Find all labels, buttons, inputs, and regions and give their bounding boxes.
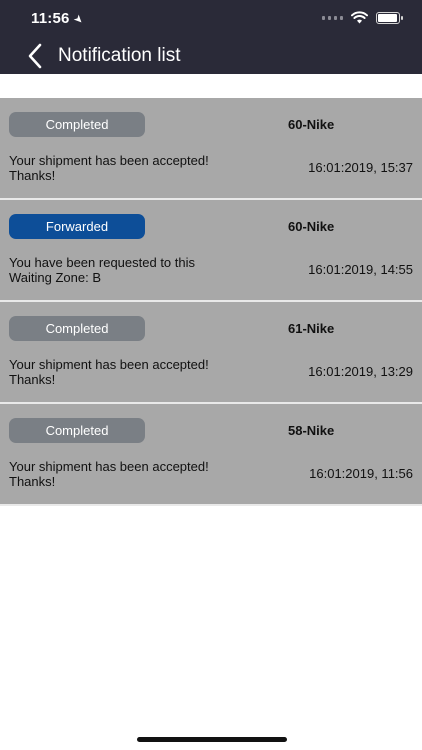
notification-message: Your shipment has been accepted! Thanks! bbox=[9, 153, 209, 183]
notification-item[interactable]: Completed 60-Nike Your shipment has been… bbox=[0, 98, 422, 200]
navigation-bar: Notification list bbox=[0, 36, 422, 74]
notification-item[interactable]: Completed 58-Nike Your shipment has been… bbox=[0, 404, 422, 506]
status-badge: Completed bbox=[9, 316, 145, 341]
home-indicator[interactable] bbox=[137, 737, 287, 742]
notification-message: Your shipment has been accepted! Thanks! bbox=[9, 459, 209, 489]
chevron-left-icon bbox=[28, 43, 42, 69]
notification-list: Completed 60-Nike Your shipment has been… bbox=[0, 98, 422, 506]
back-button[interactable] bbox=[22, 40, 50, 72]
notification-item[interactable]: Forwarded 60-Nike You have been requeste… bbox=[0, 200, 422, 302]
notification-datetime: 16:01:2019, 13:29 bbox=[308, 364, 413, 379]
shipment-reference: 58-Nike bbox=[288, 423, 335, 438]
shipment-reference: 60-Nike bbox=[288, 117, 335, 132]
notification-message: Your shipment has been accepted! Thanks! bbox=[9, 357, 209, 387]
page-title: Notification list bbox=[58, 45, 181, 66]
shipment-reference: 61-Nike bbox=[288, 321, 335, 336]
status-badge: Forwarded bbox=[9, 214, 145, 239]
shipment-reference: 60-Nike bbox=[288, 219, 335, 234]
location-arrow-icon: ➤ bbox=[70, 12, 86, 28]
status-icons bbox=[322, 11, 403, 24]
notification-datetime: 16:01:2019, 14:55 bbox=[308, 262, 413, 277]
notification-item[interactable]: Completed 61-Nike Your shipment has been… bbox=[0, 302, 422, 404]
top-bar: 11:56➤ Notification list bbox=[0, 0, 422, 74]
notification-datetime: 16:01:2019, 15:37 bbox=[308, 160, 413, 175]
wifi-icon bbox=[351, 11, 368, 24]
status-time-label: 11:56 bbox=[31, 10, 70, 27]
status-time: 11:56➤ bbox=[31, 10, 86, 28]
status-badge: Completed bbox=[9, 112, 145, 137]
status-badge: Completed bbox=[9, 418, 145, 443]
notification-message: You have been requested to this Waiting … bbox=[9, 255, 195, 285]
cellular-signal-icon bbox=[322, 15, 343, 20]
notification-datetime: 16:01:2019, 11:56 bbox=[309, 466, 413, 481]
battery-icon bbox=[376, 11, 403, 24]
